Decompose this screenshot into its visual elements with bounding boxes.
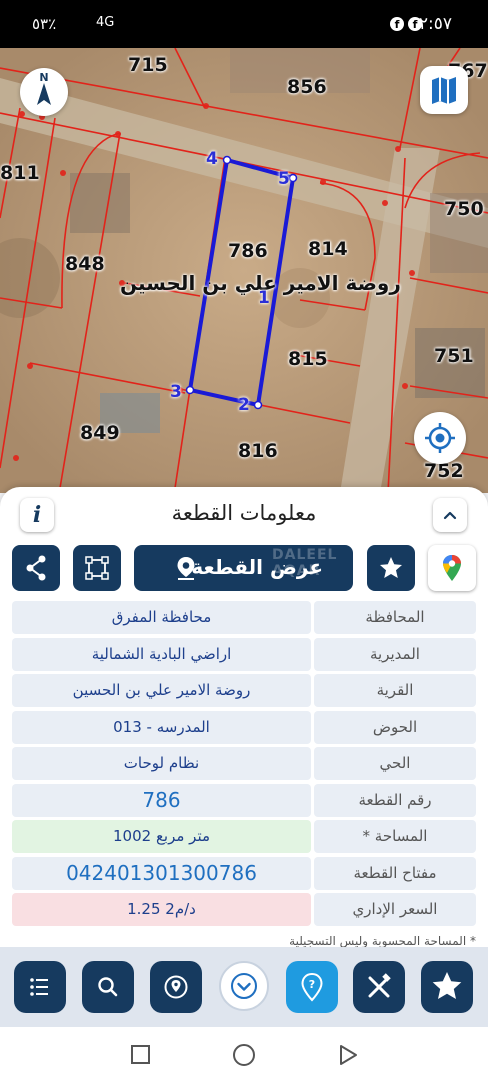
admin-price-value: 1.25 د/م2 [12,893,311,926]
parcel-number: 849 [80,422,120,444]
detail-row-village: روضة الامير علي بن الحسين القرية [12,674,476,707]
list-icon [30,978,48,996]
parcel-number: 750 [444,198,484,220]
detail-row-governorate: محافظة المفرق المحافظة [12,601,476,634]
basin-key: الحوض [314,711,476,744]
tools-button[interactable] [353,961,405,1013]
search-icon [98,977,118,997]
directorate-key: المديرية [314,638,476,671]
area-footnote: * المساحة المحسوبة وليس التسجيلية [289,934,476,948]
governorate-value: محافظة المفرق [12,601,311,634]
detail-row-basin: المدرسه - 013 الحوض [12,711,476,744]
parcel-number: 816 [238,440,278,462]
battery-level: ٥٣٪ [32,15,57,33]
parcel-number: 848 [65,253,105,275]
detail-row-admin-price: 1.25 د/م2 السعر الإداري [12,893,476,926]
menu-button[interactable] [14,961,66,1013]
expand-toolbar-button[interactable] [219,961,269,1011]
clock: ٢:٥٧ [418,14,452,34]
parcel-number: 815 [288,348,328,370]
vertex-label: 1 [258,288,270,308]
parcel-number: 751 [434,345,474,367]
village-value: روضة الامير علي بن الحسين [12,674,311,707]
system-navigation-bar [0,1027,488,1080]
parcel-number-key: رقم القطعة [314,784,476,817]
detail-row-district: نظام لوحات الحي [12,747,476,780]
locate-parcel-button[interactable]: ? [286,961,338,1013]
satellite-map[interactable]: 715 856 767 811 750 848 786 814 815 751 … [0,48,488,493]
parcel-bounds-button[interactable] [73,545,121,591]
compass-button[interactable]: N [20,68,68,116]
place-pin-icon [164,975,188,999]
bottom-toolbar: ? [0,947,488,1027]
parcel-number-value: 786 [12,784,311,817]
show-parcel-button[interactable]: DALEEL AQAR عرض القطعة [134,545,353,591]
parcel-number: 814 [308,238,348,260]
admin-price-key: السعر الإداري [314,893,476,926]
favorites-button[interactable] [421,961,473,1013]
map-type-button[interactable] [420,66,468,114]
network-indicator: 4G [96,15,115,30]
area-key: المساحة * [314,820,476,853]
detail-row-parcel-number: 786 رقم القطعة [12,784,476,817]
share-icon [26,555,46,581]
star-icon [432,972,462,999]
district-value: نظام لوحات [12,747,311,780]
search-button[interactable] [82,961,134,1013]
north-arrow-icon [37,83,51,105]
directorate-value: اراضي البادية الشمالية [12,638,311,671]
vertex-label: 4 [206,149,218,169]
detail-row-directorate: اراضي البادية الشمالية المديرية [12,638,476,671]
parcel-key-key: مفتاح القطعة [314,857,476,890]
parcel-number: 715 [128,54,168,76]
chevron-up-icon [443,511,457,520]
tools-icon [368,973,391,998]
collapse-panel-button[interactable] [433,498,467,532]
area-value: 1002 متر مربع [12,820,311,853]
district-key: الحي [314,747,476,780]
star-icon [380,557,402,578]
svg-text:?: ? [309,978,315,991]
detail-row-area: 1002 متر مربع المساحة * [12,820,476,853]
village-key: القرية [314,674,476,707]
crosshair-icon [425,423,455,453]
chevron-down-icon [231,973,257,999]
action-row: DALEEL AQAR عرض القطعة [0,545,488,593]
vertex-label: 3 [170,382,182,402]
parcel-key-value: 042401301300786 [12,857,311,890]
favorite-button[interactable] [367,545,415,591]
panel-title: معلومات القطعة [171,501,317,525]
parcel-number: 811 [0,162,40,184]
map-icon [432,77,456,104]
recent-apps-icon[interactable] [130,1044,152,1066]
governorate-key: المحافظة [314,601,476,634]
vertex-label: 5 [278,169,290,189]
polygon-select-icon [85,556,109,580]
vertex-label: 2 [238,395,250,415]
location-help-icon: ? [301,972,323,1002]
parcel-number: 856 [287,76,327,98]
nearby-places-button[interactable] [150,961,202,1013]
parcel-number-selected: 786 [228,240,268,262]
google-maps-button[interactable] [428,545,476,591]
back-icon[interactable] [338,1044,360,1066]
show-parcel-label: عرض القطعة [191,555,323,579]
detail-row-parcel-key: 042401301300786 مفتاح القطعة [12,857,476,890]
status-bar: ٥٣٪ 4G f f ٢:٥٧ [0,0,488,48]
home-icon[interactable] [232,1044,256,1068]
share-button[interactable] [12,545,60,591]
facebook-icon: f [390,17,404,31]
parcel-info-panel: i معلومات القطعة DALEEL AQAR عرض القطعة … [0,487,488,948]
my-location-button[interactable] [414,412,466,464]
google-maps-icon [443,555,461,581]
basin-value: المدرسه - 013 [12,711,311,744]
